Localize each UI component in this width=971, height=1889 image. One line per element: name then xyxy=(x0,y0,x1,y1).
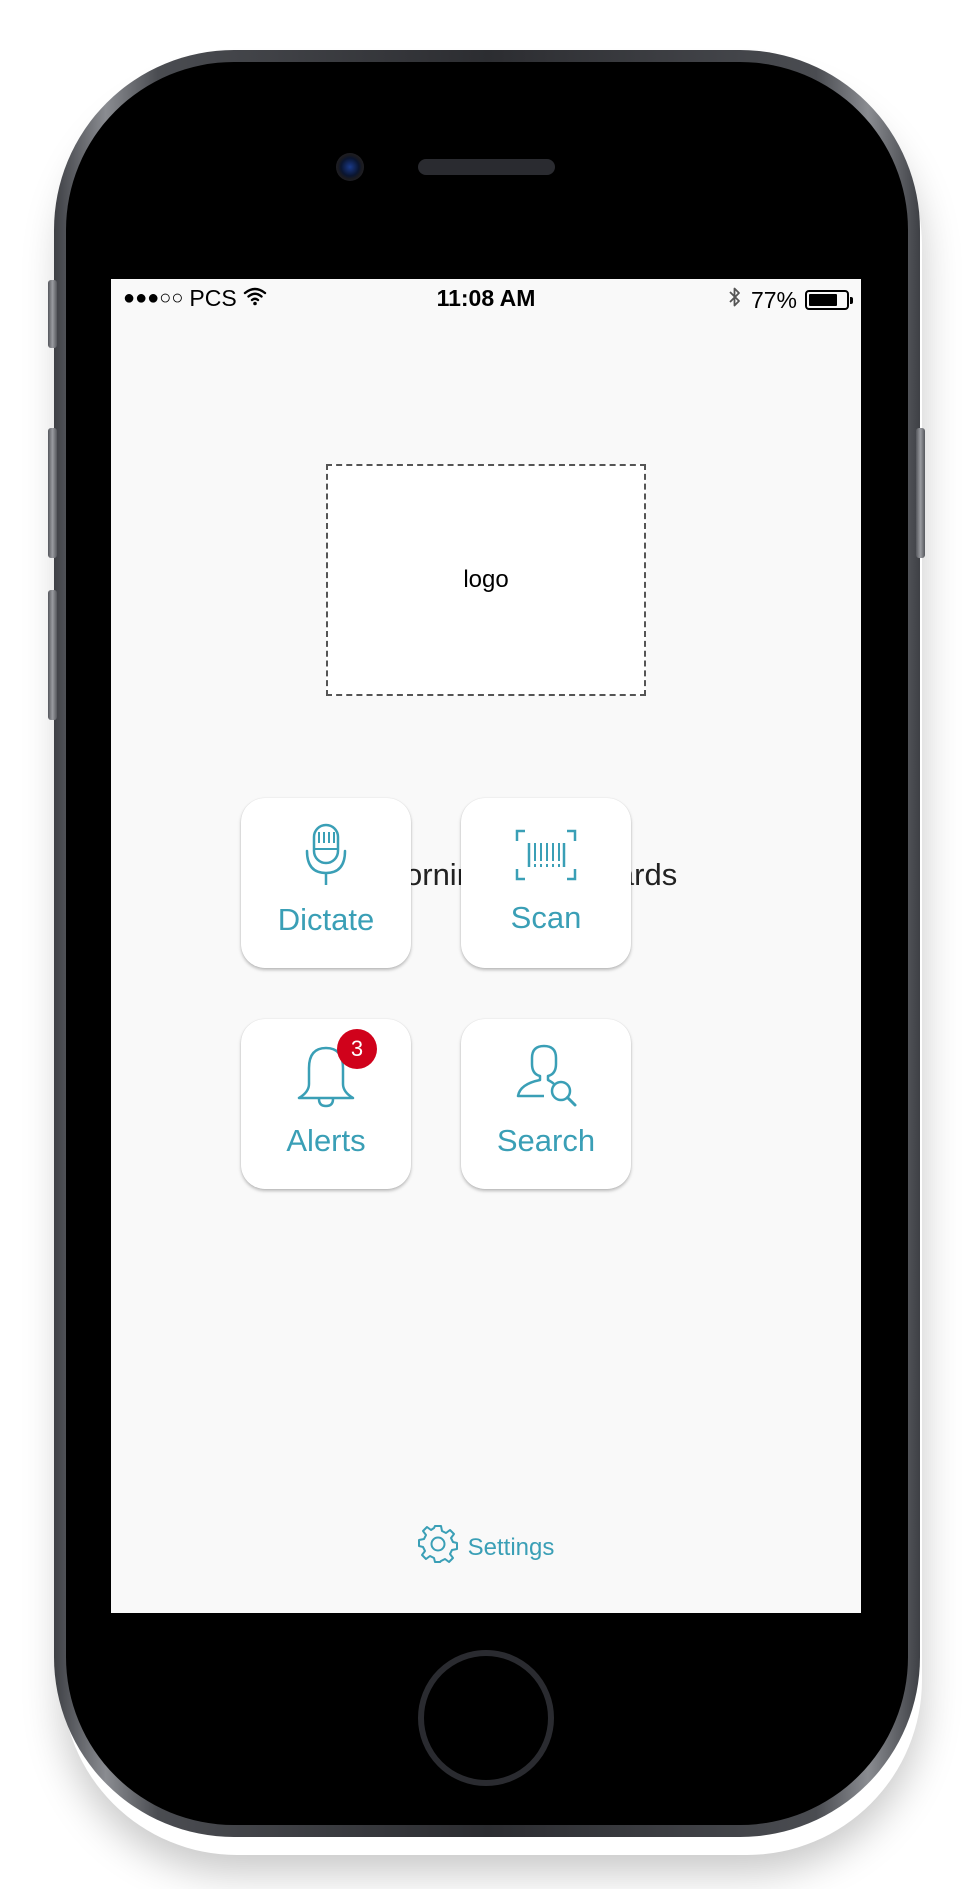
dictate-button[interactable]: Dictate xyxy=(241,798,411,968)
alerts-count-badge: 3 xyxy=(337,1029,377,1069)
scan-button[interactable]: Scan xyxy=(461,798,631,968)
settings-link[interactable]: Settings xyxy=(111,1524,861,1571)
scan-label: Scan xyxy=(510,900,582,935)
earpiece-speaker xyxy=(418,159,555,175)
app-screen: ●●●○○ PCS 11:08 AM 77% logo morning, Dic… xyxy=(111,279,861,1613)
status-right: 77% xyxy=(727,285,853,315)
barcode-icon xyxy=(461,822,631,888)
microphone-icon xyxy=(241,822,411,888)
battery-fill xyxy=(809,294,837,306)
device-mockup: ●●●○○ PCS 11:08 AM 77% logo morning, Dic… xyxy=(0,0,971,1889)
alerts-label: Alerts xyxy=(286,1123,366,1158)
search-label: Search xyxy=(496,1123,596,1158)
home-button[interactable] xyxy=(418,1650,554,1786)
power-button xyxy=(916,428,925,558)
logo-placeholder: logo xyxy=(326,464,646,696)
battery-percent: 77% xyxy=(750,286,797,313)
battery-tip xyxy=(850,297,853,304)
battery-icon xyxy=(805,290,853,310)
gear-icon xyxy=(417,1524,458,1571)
dictate-label: Dictate xyxy=(277,902,375,937)
volume-up-button xyxy=(48,428,57,558)
settings-label: Settings xyxy=(467,1533,555,1561)
bluetooth-icon xyxy=(727,285,743,315)
person-search-icon xyxy=(461,1043,631,1109)
search-button[interactable]: Search xyxy=(461,1019,631,1189)
bell-icon xyxy=(241,1043,411,1109)
logo-placeholder-text: logo xyxy=(463,566,509,593)
volume-down-button xyxy=(48,590,57,720)
mute-switch xyxy=(48,280,57,348)
status-bar: ●●●○○ PCS 11:08 AM 77% xyxy=(111,279,861,319)
front-camera xyxy=(336,153,364,181)
alerts-button[interactable]: 3 Alerts xyxy=(241,1019,411,1189)
